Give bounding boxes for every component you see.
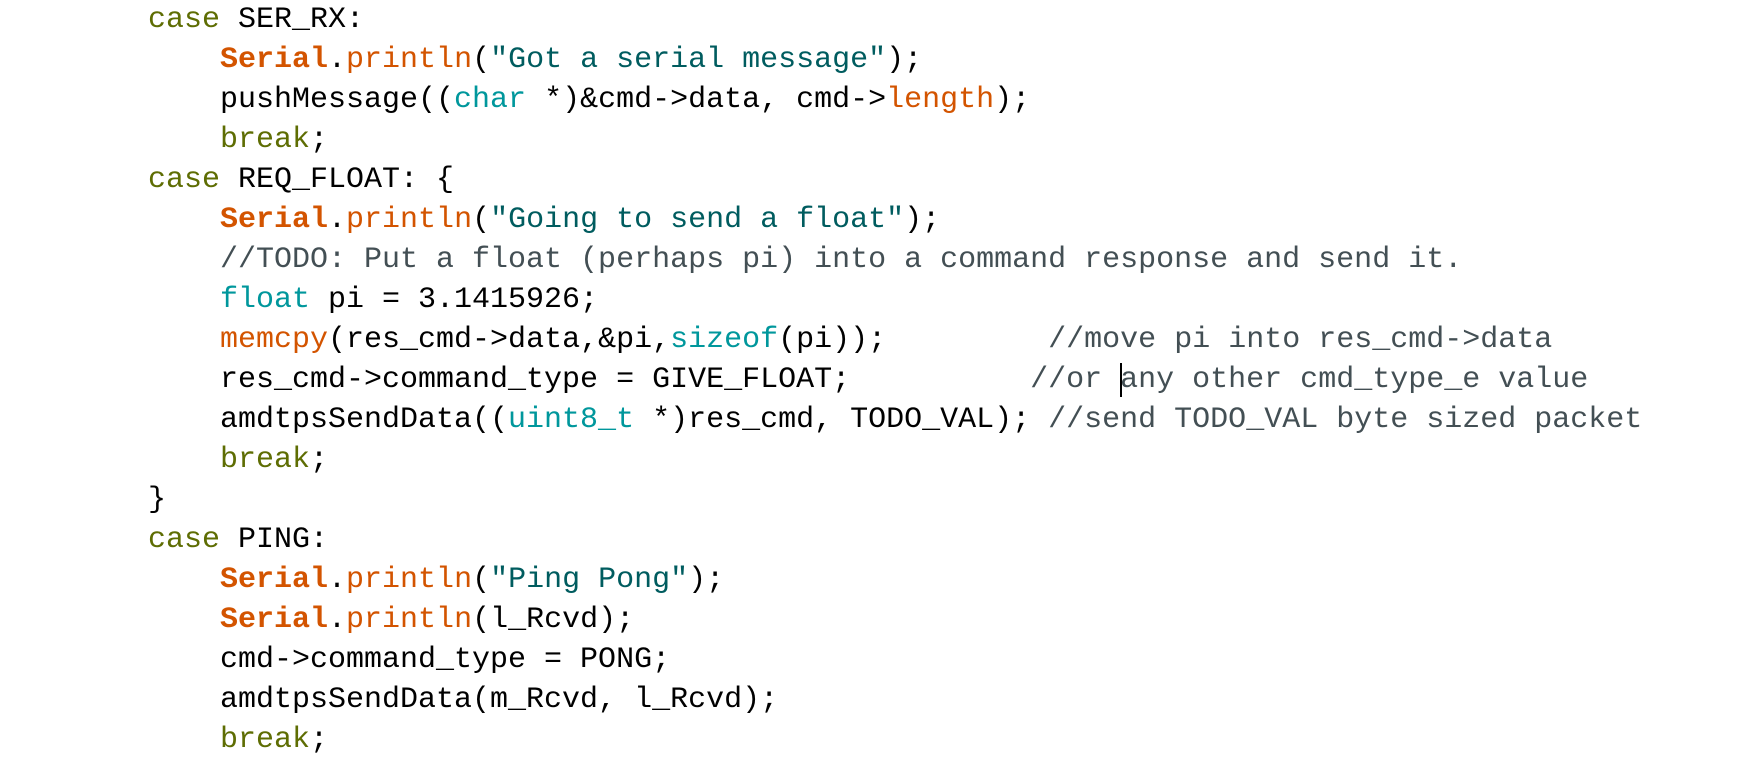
code-line: cmd->command_type = PONG; — [220, 640, 670, 680]
code-token-str: "Going to send a float" — [490, 203, 905, 237]
code-token-str: "Ping Pong" — [490, 563, 689, 597]
code-token-plain: . — [328, 563, 347, 597]
code-token-cmt: //move pi into res_cmd->data — [1048, 323, 1553, 357]
code-token-plain: (l_Rcvd); — [472, 603, 635, 637]
code-token-plain: ( — [472, 563, 491, 597]
code-line: memcpy(res_cmd->data,&pi,sizeof(pi)); //… — [220, 320, 1552, 360]
code-token-cls: Serial — [220, 43, 329, 77]
code-token-plain: ); — [904, 203, 941, 237]
code-token-plain: } — [148, 483, 167, 517]
code-token-plain: REQ_FLOAT: { — [220, 163, 455, 197]
code-line: Serial.println(l_Rcvd); — [220, 600, 634, 640]
code-token-plain: ( — [472, 43, 491, 77]
code-token-plain: pi = 3.1415926; — [310, 283, 599, 317]
code-line: } — [148, 480, 166, 520]
code-token-kw: case — [148, 163, 221, 197]
code-token-plain: ); — [886, 43, 923, 77]
code-token-plain: . — [328, 203, 347, 237]
code-token-type: uint8_t — [508, 403, 635, 437]
code-token-plain: *)res_cmd, TODO_VAL); — [634, 403, 1049, 437]
code-token-kw: break — [220, 723, 311, 757]
code-line: case PING: — [148, 520, 328, 560]
code-token-cmt: //send TODO_VAL byte sized packet — [1048, 403, 1643, 437]
code-token-plain: ); — [994, 83, 1031, 117]
code-token-fn: println — [346, 43, 473, 77]
code-token-plain: . — [328, 603, 347, 637]
code-token-plain: *)&cmd->data, cmd-> — [526, 83, 887, 117]
code-line: break; — [220, 120, 328, 160]
code-token-plain: amdtpsSendData(m_Rcvd, l_Rcvd); — [220, 683, 779, 717]
code-token-kw: case — [148, 523, 221, 557]
code-token-type: char — [454, 83, 527, 117]
code-line: Serial.println("Ping Pong"); — [220, 560, 724, 600]
code-line: amdtpsSendData(m_Rcvd, l_Rcvd); — [220, 680, 778, 720]
code-token-cmt: //or any other cmd_type_e value — [1030, 363, 1589, 397]
code-token-plain: (pi)); — [778, 323, 1049, 357]
code-token-kw: break — [220, 443, 311, 477]
code-token-cls: Serial — [220, 203, 329, 237]
code-token-str: "Got a serial message" — [490, 43, 887, 77]
code-token-fn: println — [346, 203, 473, 237]
code-line: //TODO: Put a float (perhaps pi) into a … — [220, 240, 1462, 280]
code-token-plain: ; — [310, 443, 329, 477]
code-token-type: sizeof — [670, 323, 779, 357]
code-token-plain: amdtpsSendData(( — [220, 403, 509, 437]
code-token-plain: cmd->command_type = PONG; — [220, 643, 671, 677]
code-token-cls: Serial — [220, 563, 329, 597]
code-token-plain: (res_cmd->data,&pi, — [328, 323, 671, 357]
code-line: amdtpsSendData((uint8_t *)res_cmd, TODO_… — [220, 400, 1642, 440]
code-token-plain: ; — [310, 123, 329, 157]
code-line: break; — [220, 720, 328, 760]
code-token-fn: memcpy — [220, 323, 329, 357]
code-line: break; — [220, 440, 328, 480]
code-token-plain: ); — [688, 563, 725, 597]
code-line: Serial.println("Got a serial message"); — [220, 40, 922, 80]
code-token-fn: length — [886, 83, 995, 117]
code-token-fn: println — [346, 603, 473, 637]
code-token-plain: ( — [472, 203, 491, 237]
code-token-cmt: //TODO: Put a float (perhaps pi) into a … — [220, 243, 1463, 277]
code-editor[interactable]: case SER_RX: Serial.println("Got a serial… — [0, 0, 1742, 767]
code-token-plain: pushMessage(( — [220, 83, 455, 117]
code-line: res_cmd->command_type = GIVE_FLOAT; //or… — [220, 360, 1588, 400]
code-token-kw: break — [220, 123, 311, 157]
code-line: pushMessage((char *)&cmd->data, cmd->len… — [220, 80, 1030, 120]
code-token-plain: SER_RX: — [220, 3, 365, 37]
code-token-type: float — [220, 283, 311, 317]
code-token-plain: . — [328, 43, 347, 77]
code-line: float pi = 3.1415926; — [220, 280, 598, 320]
code-line: Serial.println("Going to send a float"); — [220, 200, 940, 240]
code-token-plain: res_cmd->command_type = GIVE_FLOAT; — [220, 363, 1031, 397]
text-caret — [1120, 363, 1122, 397]
code-line: case SER_RX: — [148, 0, 364, 40]
code-token-plain: PING: — [220, 523, 329, 557]
code-line: case REQ_FLOAT: { — [148, 160, 454, 200]
code-token-fn: println — [346, 563, 473, 597]
code-token-plain: ; — [310, 723, 329, 757]
code-token-kw: case — [148, 3, 221, 37]
code-token-cls: Serial — [220, 603, 329, 637]
